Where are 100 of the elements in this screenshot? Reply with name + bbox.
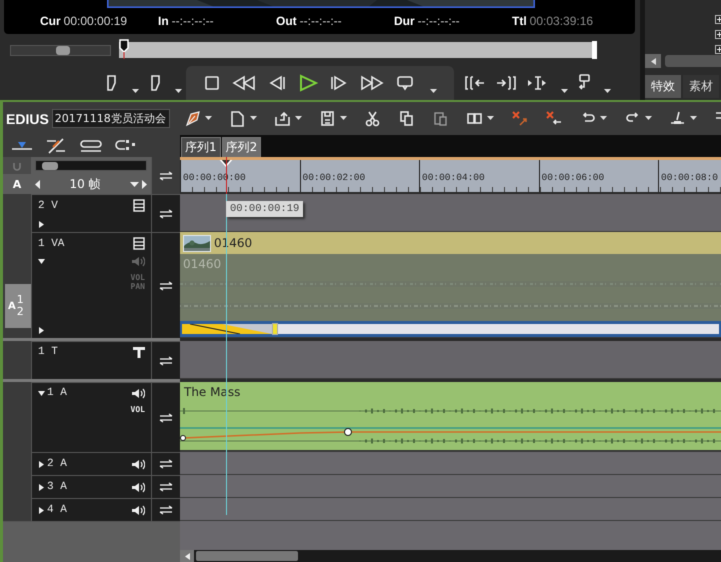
speaker-icon[interactable]	[131, 504, 145, 516]
scroll-left-button[interactable]	[180, 550, 194, 562]
project-name-field[interactable]: 20171118党员活动会	[52, 109, 170, 128]
mark-in-icon[interactable]	[106, 74, 118, 92]
caret-icon[interactable]	[604, 89, 611, 93]
document-icon[interactable]	[228, 110, 246, 127]
step-forward-icon[interactable]	[330, 75, 348, 91]
sync-icon[interactable]	[115, 139, 137, 153]
caret-icon[interactable]	[690, 116, 697, 120]
vol-label: VOL	[130, 405, 145, 414]
track-name: 1 T	[38, 346, 58, 358]
caret-icon[interactable]	[204, 116, 212, 120]
track-name: 1 A	[47, 387, 67, 399]
expand-arrow[interactable]	[38, 327, 45, 334]
sequence-tab[interactable]: 序列2	[222, 137, 262, 157]
swap-icon[interactable]	[158, 356, 174, 366]
play-icon[interactable]	[298, 74, 318, 92]
screen-icon[interactable]	[396, 75, 414, 91]
left-arrow-icon[interactable]	[35, 180, 40, 188]
caret-icon[interactable]	[561, 89, 568, 93]
timecode-label: 00:00:02:00	[302, 172, 366, 183]
timecode-label: Out	[276, 14, 297, 28]
caret-icon[interactable]	[644, 116, 652, 120]
caret-icon[interactable]	[175, 89, 182, 93]
fade-icon	[182, 324, 272, 334]
expand-arrow[interactable]	[38, 506, 45, 514]
marker-icon[interactable]	[668, 110, 686, 127]
mark-out-icon[interactable]	[149, 74, 161, 92]
panel-tab[interactable]: 特效	[645, 75, 681, 98]
zoom-value: 10 帧	[68, 176, 102, 192]
trim-left-icon[interactable]	[464, 75, 486, 91]
stop-icon[interactable]	[204, 75, 220, 91]
rewind-icon[interactable]	[232, 75, 256, 91]
insert-icon[interactable]	[577, 74, 591, 92]
left-arrow-icon[interactable]	[184, 552, 190, 560]
title-icon[interactable]	[133, 346, 145, 358]
expand-arrow[interactable]	[38, 258, 45, 265]
ripple-delete-icon[interactable]	[544, 110, 562, 127]
expand-arrow[interactable]	[38, 484, 45, 490]
caret-icon[interactable]	[130, 182, 139, 186]
caret-icon[interactable]	[294, 116, 302, 120]
caret-icon[interactable]	[430, 89, 436, 93]
expand-arrow[interactable]	[38, 460, 45, 468]
speaker-icon[interactable]	[131, 482, 145, 492]
scrollbar-thumb[interactable]	[196, 551, 298, 561]
speaker-icon[interactable]	[131, 458, 145, 470]
caret-icon[interactable]	[250, 116, 257, 120]
fast-forward-icon[interactable]	[360, 75, 384, 91]
sync-label: A	[12, 176, 22, 192]
transition-handle[interactable]	[272, 323, 278, 335]
expand-arrow[interactable]	[38, 390, 45, 396]
caret-icon[interactable]	[132, 89, 139, 93]
caret-icon[interactable]	[600, 116, 607, 120]
export-icon[interactable]	[274, 110, 291, 127]
expand-arrow[interactable]	[38, 221, 45, 228]
playhead-handle[interactable]	[118, 39, 129, 59]
swap-icon[interactable]	[158, 459, 174, 469]
ripple-icon[interactable]	[79, 139, 103, 153]
step-back-icon[interactable]	[268, 75, 286, 91]
scissors-icon[interactable]	[364, 110, 381, 127]
zoom-slider[interactable]	[35, 160, 147, 171]
left-arrow-icon[interactable]	[650, 58, 656, 64]
swap-icon[interactable]	[158, 170, 174, 180]
caret-icon[interactable]	[486, 116, 494, 120]
delete-icon[interactable]	[510, 110, 528, 127]
frame-icon[interactable]	[133, 199, 145, 212]
speaker-icon[interactable]	[131, 388, 145, 398]
volume-line[interactable]	[180, 427, 721, 441]
panel-tab[interactable]: 素材	[683, 75, 719, 98]
replace-icon[interactable]	[466, 110, 483, 127]
caret-icon[interactable]	[340, 116, 347, 120]
save-icon[interactable]	[318, 110, 336, 127]
right-arrow-icon[interactable]	[142, 180, 147, 188]
copy-icon[interactable]	[398, 110, 415, 127]
paste-icon[interactable]	[432, 110, 449, 127]
track-name: 1 VA	[38, 238, 64, 250]
snap-icon[interactable]	[11, 139, 33, 153]
vol-label: VOL	[130, 273, 145, 282]
track-name: 2 V	[38, 200, 58, 212]
scrollbar-thumb[interactable]	[665, 55, 721, 67]
pen-icon[interactable]	[184, 110, 201, 127]
timecode-label: Cur	[40, 14, 61, 28]
frame-icon[interactable]	[133, 237, 145, 250]
swap-icon[interactable]	[158, 280, 174, 290]
swap-icon[interactable]	[158, 505, 174, 515]
swap-icon[interactable]	[158, 482, 174, 492]
clip-name: 01460	[183, 257, 222, 271]
swap-icon[interactable]	[158, 412, 174, 422]
sequence-tab[interactable]: 序列1	[181, 137, 221, 157]
timecode-tooltip: 00:00:00:19	[226, 201, 304, 217]
link-icon[interactable]	[45, 138, 67, 154]
track-name: 3 A	[47, 481, 67, 493]
end-marker[interactable]	[592, 41, 597, 59]
trim-right-icon[interactable]	[495, 75, 517, 91]
transition-bar[interactable]	[180, 321, 721, 337]
swap-icon[interactable]	[158, 208, 174, 218]
timecode-value: --:--:--:--	[418, 14, 460, 28]
split-icon[interactable]	[526, 75, 548, 91]
scroll-left-button[interactable]	[645, 54, 661, 68]
timecode-label: Ttl	[512, 14, 527, 28]
